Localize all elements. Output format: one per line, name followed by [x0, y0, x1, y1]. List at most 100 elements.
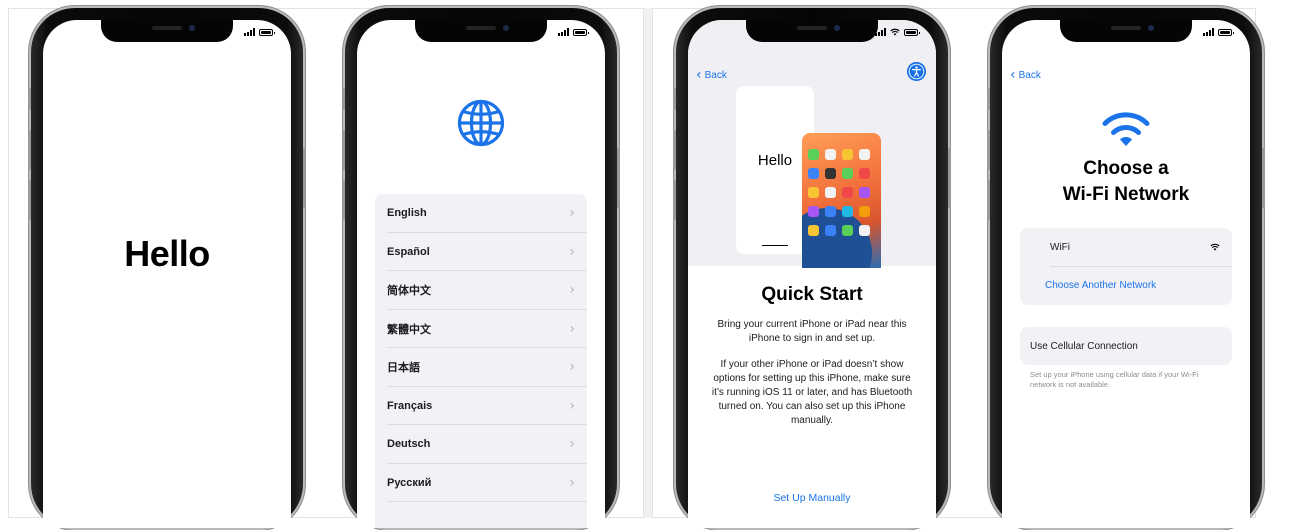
volume-down-button — [673, 180, 676, 220]
side-button — [617, 148, 620, 208]
home-indicator — [762, 244, 788, 246]
use-cellular-connection-button[interactable]: Use Cellular Connection — [1020, 327, 1232, 365]
mute-switch — [342, 88, 345, 110]
choose-another-network-button[interactable]: Choose Another Network — [1020, 267, 1232, 306]
volume-up-button — [342, 130, 345, 170]
wifi-signal-icon — [1210, 244, 1220, 251]
notch — [1060, 20, 1192, 42]
accessibility-icon[interactable] — [907, 62, 926, 81]
app-icon — [825, 168, 836, 179]
battery-icon — [573, 29, 589, 36]
language-item-simplified-chinese[interactable]: 简体中文 › — [375, 271, 587, 310]
volume-up-button — [987, 130, 990, 170]
panel-divider — [644, 8, 652, 518]
app-icon — [808, 149, 819, 160]
quick-start-description: Bring your current iPhone or iPad near t… — [717, 319, 907, 344]
illustration-home-screen-phone — [802, 133, 881, 268]
language-item-russian[interactable]: Русский › — [375, 464, 587, 503]
chevron-right-icon: › — [569, 359, 575, 376]
chevron-left-icon: ‹ — [1010, 67, 1016, 83]
mute-switch — [28, 88, 31, 110]
app-icon — [825, 206, 836, 217]
chevron-right-icon: › — [569, 436, 575, 453]
network-item[interactable]: WiFi — [1020, 228, 1232, 267]
chevron-right-icon: › — [569, 320, 575, 337]
cellular-note: Set up your iPhone using cellular data i… — [1030, 370, 1199, 389]
language-item-traditional-chinese[interactable]: 繁體中文 › — [375, 310, 587, 349]
language-label: English — [387, 207, 427, 220]
notch — [746, 20, 878, 42]
wifi-icon — [1102, 112, 1150, 146]
wifi-status-icon — [890, 28, 900, 36]
chevron-right-icon: › — [569, 282, 575, 299]
app-icon — [842, 187, 853, 198]
mute-switch — [987, 88, 990, 110]
quick-start-help-text: If your other iPhone or iPad doesn’t sho… — [711, 359, 913, 426]
battery-icon — [259, 29, 275, 36]
volume-down-button — [28, 180, 31, 220]
signal-icon — [558, 28, 569, 36]
volume-down-button — [342, 180, 345, 220]
app-icon — [859, 206, 870, 217]
mute-switch — [673, 88, 676, 110]
app-icon — [842, 225, 853, 236]
globe-icon — [457, 99, 505, 147]
status-bar — [244, 28, 275, 36]
app-icon — [808, 225, 819, 236]
status-bar — [558, 28, 589, 36]
app-icon — [808, 206, 819, 217]
side-button — [303, 148, 306, 208]
app-icon-grid — [808, 149, 870, 236]
signal-icon — [875, 28, 886, 36]
screen-wifi: ‹ Back Choose a Wi-Fi Network WiFi Choos… — [1002, 20, 1250, 528]
language-item-more[interactable] — [375, 502, 587, 528]
language-item-german[interactable]: Deutsch › — [375, 425, 587, 464]
language-item-japanese[interactable]: 日本語 › — [375, 348, 587, 387]
language-list: English › Español › 简体中文 › 繁體中文 › 日本語 › … — [375, 194, 587, 528]
app-icon — [859, 149, 870, 160]
side-button — [948, 148, 951, 208]
app-icon — [842, 206, 853, 217]
language-label: Русский — [387, 476, 432, 489]
app-icon — [825, 187, 836, 198]
wifi-title-line2: Wi-Fi Network — [1062, 184, 1190, 205]
wifi-title-line1: Choose a — [1083, 158, 1169, 179]
cellular-label: Use Cellular Connection — [1030, 340, 1138, 352]
back-button[interactable]: ‹ Back — [696, 68, 727, 82]
language-item-spanish[interactable]: Español › — [375, 233, 587, 272]
language-label: 日本語 — [387, 362, 420, 375]
language-item-english[interactable]: English › — [375, 194, 587, 233]
status-bar — [1203, 28, 1234, 36]
phone-language: English › Español › 简体中文 › 繁體中文 › 日本語 › … — [342, 8, 620, 528]
chevron-right-icon: › — [569, 205, 575, 222]
battery-icon — [904, 29, 920, 36]
set-up-manually-button[interactable]: Set Up Manually — [688, 492, 936, 504]
quick-start-title: Quick Start — [761, 284, 863, 305]
back-button[interactable]: ‹ Back — [1010, 68, 1041, 82]
phone-wifi: ‹ Back Choose a Wi-Fi Network WiFi Choos… — [987, 8, 1265, 528]
language-label: Français — [387, 399, 433, 412]
side-button — [1262, 148, 1265, 208]
language-label: Deutsch — [387, 438, 431, 451]
chevron-left-icon: ‹ — [696, 67, 702, 83]
phone-hello: Hello — [28, 8, 306, 528]
language-item-french[interactable]: Français › — [375, 387, 587, 426]
chevron-right-icon: › — [569, 397, 575, 414]
app-icon — [859, 168, 870, 179]
app-icon — [859, 187, 870, 198]
app-icon — [842, 168, 853, 179]
chevron-right-icon: › — [569, 474, 575, 491]
volume-up-button — [28, 130, 31, 170]
status-bar — [875, 28, 920, 36]
hello-title: Hello — [124, 233, 210, 274]
app-icon — [808, 187, 819, 198]
phone-quick-start: ‹ Back Hello Quick Start Bring your curr… — [673, 8, 951, 528]
app-icon — [825, 149, 836, 160]
battery-icon — [1218, 29, 1234, 36]
network-name: WiFi — [1050, 241, 1070, 253]
back-label: Back — [1018, 69, 1041, 81]
chevron-right-icon: › — [569, 243, 575, 260]
notch — [415, 20, 547, 42]
volume-up-button — [673, 130, 676, 170]
notch — [101, 20, 233, 42]
